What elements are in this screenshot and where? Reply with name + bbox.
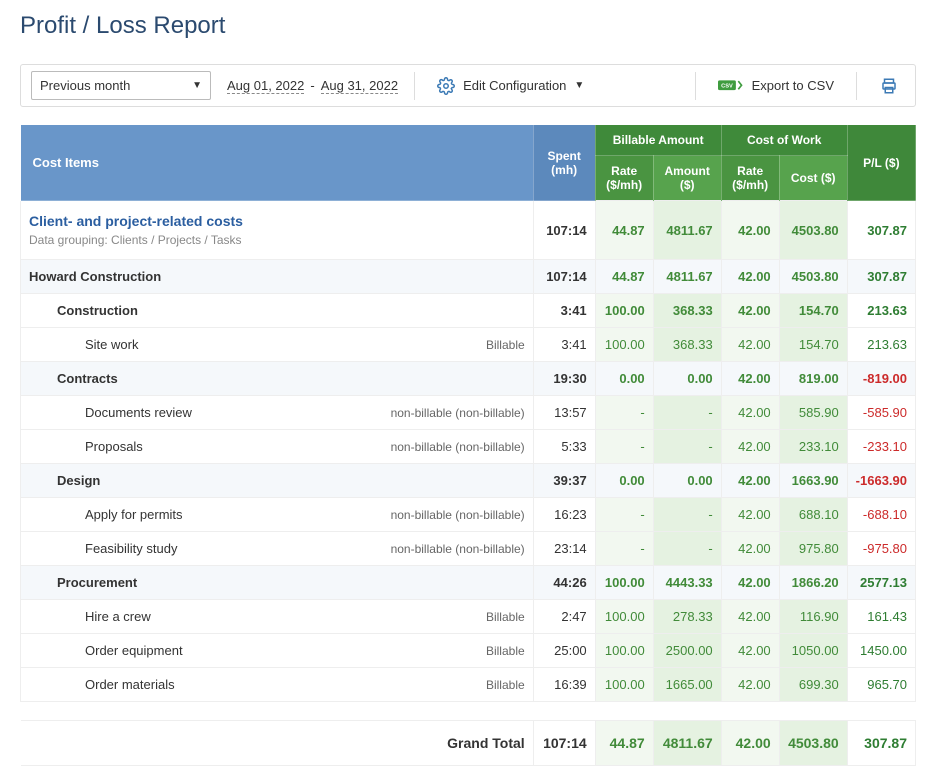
- th-bill-amount-sub[interactable]: Amount ($): [653, 156, 721, 201]
- edit-configuration-button[interactable]: Edit Configuration ▼: [431, 73, 590, 99]
- gear-icon: [437, 77, 455, 95]
- table-row: Procurement44:26100.004443.3342.001866.2…: [21, 566, 916, 600]
- period-select-label: Previous month: [40, 78, 130, 93]
- date-range: Aug 01, 2022 - Aug 31, 2022: [227, 78, 398, 94]
- billable-tag: non-billable (non-billable): [391, 406, 525, 420]
- th-spent[interactable]: Spent (mh): [533, 125, 595, 201]
- chevron-down-icon: ▼: [574, 80, 584, 91]
- chevron-down-icon: ▼: [192, 80, 202, 91]
- edit-configuration-label: Edit Configuration: [463, 78, 566, 93]
- th-billable-amount: Billable Amount: [595, 125, 721, 156]
- table-row: Hire a crewBillable2:47100.00278.3342.00…: [21, 600, 916, 634]
- page-title: Profit / Loss Report: [20, 12, 916, 40]
- export-csv-label: Export to CSV: [752, 78, 834, 93]
- table-row: Design39:370.000.0042.001663.90-1663.90: [21, 464, 916, 498]
- row-name[interactable]: Procurement: [29, 575, 137, 590]
- print-button[interactable]: [873, 73, 905, 99]
- grand-total-label: Grand Total: [21, 721, 534, 766]
- print-icon: [879, 77, 899, 95]
- grand-total-row: Grand Total107:1444.874811.6742.004503.8…: [21, 721, 916, 766]
- table-row: Documents review non-billable (non-billab…: [21, 396, 916, 430]
- row-name[interactable]: Howard Construction: [29, 269, 161, 284]
- export-csv-button[interactable]: CSV Export to CSV: [712, 73, 840, 99]
- row-name: Documents review: [29, 405, 192, 420]
- billable-tag: Billable: [486, 678, 525, 692]
- billable-tag: non-billable (non-billable): [391, 508, 525, 522]
- table-row: Order equipmentBillable25:00100.002500.0…: [21, 634, 916, 668]
- row-name[interactable]: Design: [29, 473, 100, 488]
- billable-tag: non-billable (non-billable): [391, 440, 525, 454]
- table-row: Site workBillable3:41100.00368.3342.0015…: [21, 328, 916, 362]
- th-cost-rate[interactable]: Rate ($/mh): [721, 156, 779, 201]
- csv-icon: CSV: [718, 77, 744, 95]
- row-name: Order materials: [29, 677, 175, 692]
- section-name[interactable]: Client- and project-related costs: [29, 213, 243, 229]
- th-bill-rate[interactable]: Rate ($/mh): [595, 156, 653, 201]
- billable-tag: non-billable (non-billable): [391, 542, 525, 556]
- table-row: Order materialsBillable16:39100.001665.0…: [21, 668, 916, 702]
- th-cost-of-work: Cost of Work: [721, 125, 847, 156]
- row-name: Feasibility study: [29, 541, 177, 556]
- row-name: Hire a crew: [29, 609, 151, 624]
- table-row: Proposalsnon-billable (non-billable)5:33…: [21, 430, 916, 464]
- report-table: Cost Items Spent (mh) Billable Amount Co…: [20, 125, 916, 766]
- table-row: Apply for permits non-billable (non-billa…: [21, 498, 916, 532]
- row-name: Proposals: [29, 439, 143, 454]
- table-row: Construction3:41100.00368.3342.00154.702…: [21, 294, 916, 328]
- table-row: Feasibility study non-billable (non-billa…: [21, 532, 916, 566]
- row-name[interactable]: Contracts: [29, 371, 118, 386]
- date-from[interactable]: Aug 01, 2022: [227, 78, 304, 94]
- billable-tag: Billable: [486, 338, 525, 352]
- section-row: Client- and project-related costs Data g…: [21, 201, 916, 260]
- row-name: Order equipment: [29, 643, 183, 658]
- billable-tag: Billable: [486, 610, 525, 624]
- th-cost-items[interactable]: Cost Items: [21, 125, 534, 201]
- period-select[interactable]: Previous month ▼: [31, 71, 211, 100]
- th-pl[interactable]: P/L ($): [847, 125, 915, 201]
- row-name: Apply for permits: [29, 507, 183, 522]
- table-row: Howard Construction107:1444.874811.6742.…: [21, 260, 916, 294]
- th-cost-sub[interactable]: Cost ($): [779, 156, 847, 201]
- toolbar: Previous month ▼ Aug 01, 2022 - Aug 31, …: [20, 64, 916, 107]
- billable-tag: Billable: [486, 644, 525, 658]
- svg-text:CSV: CSV: [721, 83, 733, 89]
- section-grouping: Data grouping: Clients / Projects / Task…: [29, 233, 525, 247]
- row-name: Site work: [29, 337, 138, 352]
- table-row: Contracts19:300.000.0042.00819.00-819.00: [21, 362, 916, 396]
- row-name[interactable]: Construction: [29, 303, 138, 318]
- date-to[interactable]: Aug 31, 2022: [321, 78, 398, 94]
